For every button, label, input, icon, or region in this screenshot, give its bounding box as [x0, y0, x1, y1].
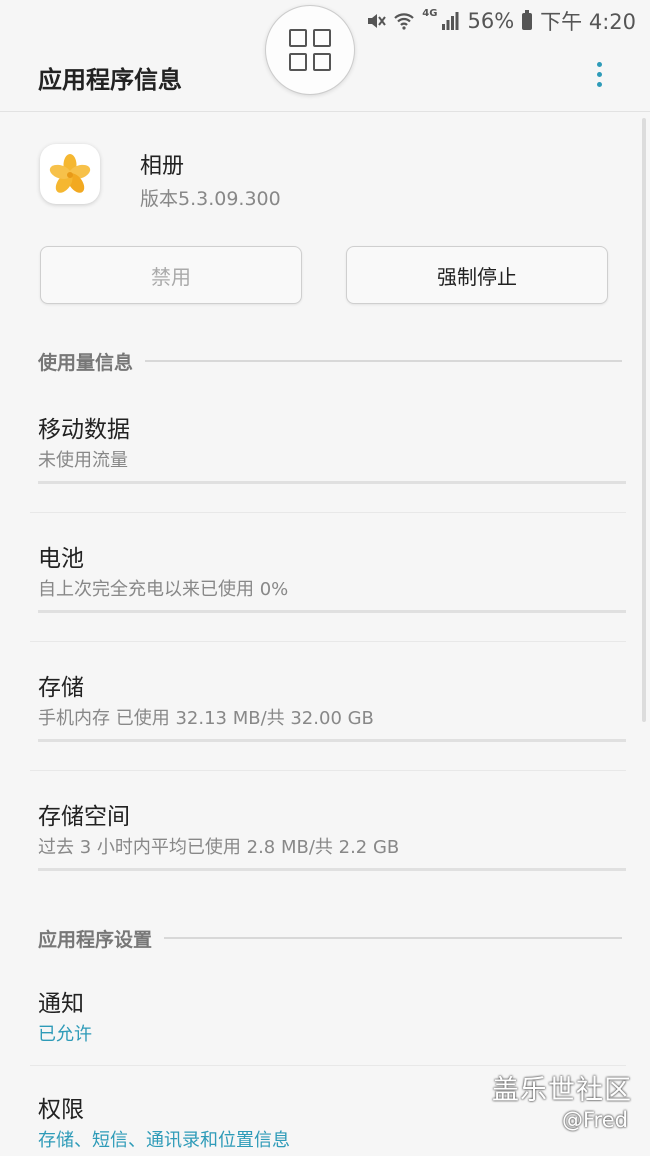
scrollbar[interactable] — [642, 118, 646, 722]
battery-icon — [522, 9, 533, 30]
usage-section-title: 使用量信息 — [38, 351, 134, 374]
battery-percent: 56% — [467, 9, 515, 33]
item-subtitle: 过去 3 小时内平均已使用 2.8 MB/共 2.2 GB — [38, 837, 400, 858]
item-title: 电池 — [38, 546, 84, 572]
app-version: 版本5.3.09.300 — [140, 188, 281, 210]
disable-button[interactable]: 禁用 — [40, 246, 302, 304]
item-divider — [30, 1065, 626, 1066]
force-stop-button[interactable]: 强制停止 — [346, 246, 608, 304]
mute-icon — [366, 11, 387, 31]
watermark-user: @Fred — [562, 1108, 628, 1132]
item-title: 存储 — [38, 675, 84, 701]
app-icon — [40, 144, 100, 204]
item-subtitle: 自上次完全充电以来已使用 0% — [38, 579, 289, 600]
item-subtitle: 未使用流量 — [38, 450, 128, 471]
item-title: 移动数据 — [38, 417, 130, 443]
signal-icon — [441, 11, 459, 31]
wifi-icon — [394, 11, 415, 31]
item-subtitle: 手机内存 已使用 32.13 MB/共 32.00 GB — [38, 708, 374, 729]
more-options-icon[interactable] — [594, 62, 604, 92]
watermark-title: 盖乐世社区 — [492, 1075, 632, 1106]
section-divider — [164, 937, 622, 939]
settings-section-header: 应用程序设置 — [38, 926, 622, 951]
page-title: 应用程序信息 — [38, 66, 182, 94]
settings-section-title: 应用程序设置 — [38, 928, 153, 951]
item-divider — [30, 512, 626, 513]
item-title: 权限 — [38, 1097, 84, 1123]
app-name: 相册 — [140, 154, 185, 179]
status-icons: 4G 56% 下午 4:20 — [366, 6, 636, 36]
network-type-label: 4G — [422, 7, 438, 19]
item-underline — [38, 868, 626, 871]
item-divider — [30, 770, 626, 771]
item-underline — [38, 610, 626, 613]
item-divider — [30, 641, 626, 642]
item-subtitle: 已允许 — [38, 1024, 92, 1045]
usage-section-header: 使用量信息 — [38, 349, 622, 374]
grid-icon — [289, 29, 331, 71]
item-underline — [38, 739, 626, 742]
clock: 下午 4:20 — [540, 10, 636, 34]
item-title: 存储空间 — [38, 804, 130, 830]
section-divider — [145, 360, 622, 362]
multi-window-button[interactable] — [265, 5, 355, 95]
flower-icon — [49, 154, 91, 193]
header-divider — [0, 111, 650, 112]
item-subtitle: 存储、短信、通讯录和位置信息 — [38, 1130, 290, 1151]
item-title: 通知 — [38, 991, 84, 1017]
item-underline — [38, 481, 626, 484]
